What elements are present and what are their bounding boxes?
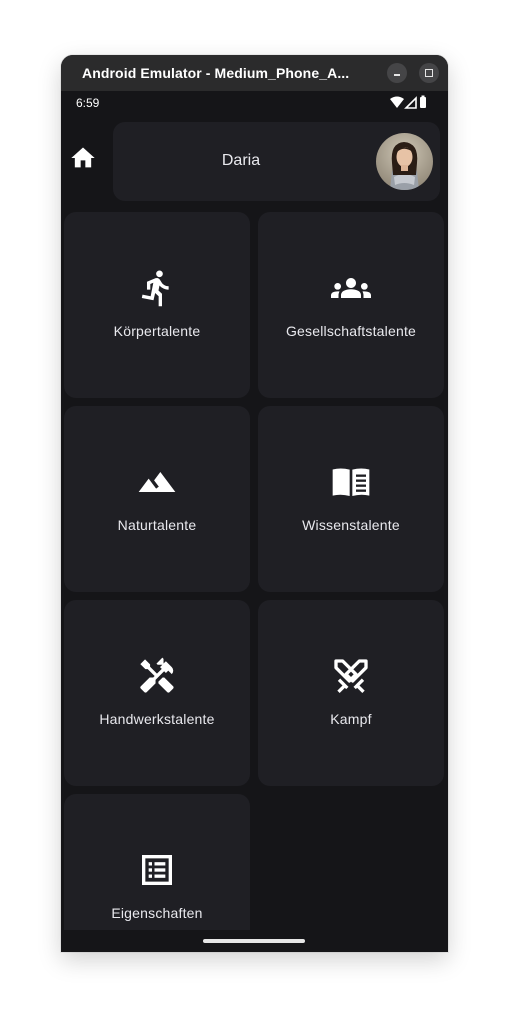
tile-eigenschaften[interactable]: Eigenschaften [64,794,250,952]
avatar[interactable] [376,133,433,190]
book-icon [332,468,370,496]
window-title: Android Emulator - Medium_Phone_A... [82,65,350,81]
tile-label: Körpertalente [113,323,201,339]
phone-screen: 6:59 Daria Körpertalente Gesellschaftsta… [61,91,448,952]
tile-label: Kampf [330,711,372,727]
tile-koerpertalente[interactable]: Körpertalente [64,212,250,398]
tools-icon [140,657,174,693]
status-bar: 6:59 [61,91,448,115]
wifi-icon [390,96,404,108]
minimize-button[interactable] [387,63,407,83]
swords-icon [334,659,368,693]
tile-label: Naturtalente [117,517,197,533]
avatar-portrait-icon [376,133,433,190]
battery-icon [420,97,426,108]
window-titlebar[interactable]: Android Emulator - Medium_Phone_A... [61,55,448,91]
emulator-window: Android Emulator - Medium_Phone_A... 6:5… [61,55,448,952]
gesture-handle[interactable] [203,939,305,943]
tile-kampf[interactable]: Kampf [258,600,444,786]
profile-name: Daria [221,152,261,169]
list-icon [142,855,172,885]
gesture-nav-bar [61,930,448,952]
tile-label: Eigenschaften [111,905,203,921]
tile-wissenstalente[interactable]: Wissenstalente [258,406,444,592]
profile-card[interactable]: Daria [113,122,440,201]
signal-icon [404,96,417,109]
groups-icon [331,278,371,298]
status-time: 6:59 [76,96,100,110]
home-icon[interactable] [69,144,97,172]
mountains-icon [138,472,176,492]
maximize-button[interactable] [419,63,439,83]
tile-label: Handwerkstalente [99,711,215,727]
tile-handwerkstalente[interactable]: Handwerkstalente [64,600,250,786]
tile-gesellschaftstalente[interactable]: Gesellschaftstalente [258,212,444,398]
status-icons [390,95,426,109]
tile-label: Gesellschaftstalente [285,323,417,339]
tile-naturtalente[interactable]: Naturtalente [64,406,250,592]
run-icon [141,270,169,307]
tile-label: Wissenstalente [302,517,400,533]
